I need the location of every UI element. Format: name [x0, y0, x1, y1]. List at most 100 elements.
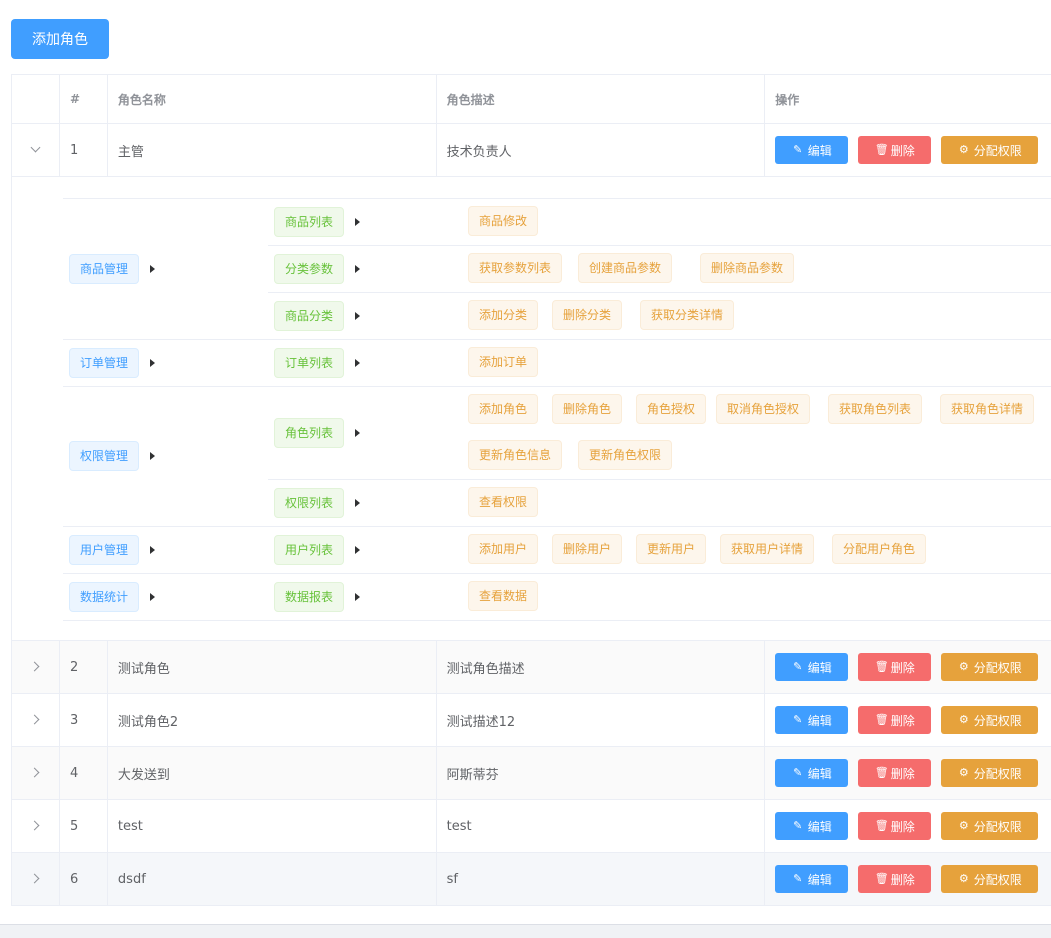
expand-cell[interactable]	[12, 800, 60, 852]
assign-rights-button[interactable]: ⚙ 分配权限	[941, 136, 1039, 164]
chevron-right-icon[interactable]	[28, 872, 42, 886]
right-level3-tag: 删除商品参数	[700, 253, 795, 283]
edit-button-label: 编辑	[807, 143, 832, 158]
row-index: 3	[60, 694, 108, 746]
right-level3-tag: 商品修改	[468, 206, 539, 236]
row-actions: ✎ 编辑 🗑 删除 ⚙ 分配权限	[765, 747, 1051, 799]
header-role-name: 角色名称	[108, 75, 437, 123]
row-actions: ✎ 编辑 🗑 删除 ⚙ 分配权限	[765, 800, 1051, 852]
delete-button-label: 删除	[890, 819, 915, 834]
row-index: 1	[60, 124, 108, 176]
role-desc: 测试角色描述	[437, 641, 766, 693]
rights-divider	[63, 573, 1051, 574]
caret-right-icon	[150, 358, 155, 367]
right-level3-tag: 获取角色详情	[940, 394, 1035, 424]
row-index: 2	[60, 641, 108, 693]
caret-right-icon	[150, 452, 155, 460]
chevron-down-icon[interactable]	[28, 143, 42, 157]
right-level1-tag: 商品管理	[69, 253, 140, 284]
table-body: 1 主管 技术负责人 ✎ 编辑 🗑 删除 ⚙ 分配权限 商品管理 商品列表 商品修改 分类参数 获取参数列…	[12, 124, 1051, 906]
right-level3-tag: 获取角色列表	[828, 394, 923, 424]
row-index: 4	[60, 747, 108, 799]
assign-rights-button[interactable]: ⚙ 分配权限	[941, 759, 1039, 787]
rights-divider	[63, 526, 1051, 527]
right-level3-tag: 删除用户	[552, 534, 623, 564]
assign-rights-button-label: 分配权限	[973, 713, 1022, 728]
edit-button[interactable]: ✎ 编辑	[775, 865, 849, 893]
expand-cell[interactable]	[12, 124, 60, 176]
delete-button[interactable]: 🗑 删除	[858, 812, 932, 840]
rights-expand-panel: 商品管理 商品列表 商品修改 分类参数 获取参数列表 创建商品参数 删除商品参数 商品分类 添加…	[12, 177, 1051, 641]
right-level3-tag: 取消角色授权	[716, 394, 811, 424]
right-level3-tag: 添加用户	[468, 534, 539, 564]
edit-button[interactable]: ✎ 编辑	[775, 812, 849, 840]
right-level3-tag: 删除角色	[552, 394, 623, 424]
gear-icon: ⚙	[958, 660, 969, 673]
delete-button[interactable]: 🗑 删除	[858, 136, 932, 164]
row-index: 5	[60, 800, 108, 852]
row-actions: ✎ 编辑 🗑 删除 ⚙ 分配权限	[765, 853, 1051, 905]
delete-button-label: 删除	[890, 766, 915, 781]
role-name: 测试角色2	[108, 694, 437, 746]
role-name: 大发送到	[108, 747, 437, 799]
assign-rights-button[interactable]: ⚙ 分配权限	[941, 812, 1039, 840]
delete-button-label: 删除	[890, 872, 915, 887]
edit-button-label: 编辑	[807, 713, 832, 728]
caret-right-icon	[355, 428, 360, 437]
delete-button-label: 删除	[890, 143, 915, 158]
chevron-right-icon[interactable]	[28, 713, 42, 727]
right-level2-tag: 商品分类	[274, 300, 345, 331]
rights-divider	[63, 198, 1051, 199]
pencil-icon: ✎	[793, 766, 803, 779]
edit-button[interactable]: ✎ 编辑	[775, 706, 849, 734]
trash-icon: 🗑	[874, 660, 889, 673]
assign-rights-button[interactable]: ⚙ 分配权限	[941, 653, 1039, 681]
caret-right-icon	[150, 592, 155, 601]
edit-button[interactable]: ✎ 编辑	[775, 653, 849, 681]
assign-rights-button[interactable]: ⚙ 分配权限	[941, 706, 1039, 734]
edit-button-label: 编辑	[807, 766, 832, 781]
row-actions: ✎ 编辑 🗑 删除 ⚙ 分配权限	[765, 124, 1051, 176]
expand-cell[interactable]	[12, 853, 60, 905]
delete-button-label: 删除	[890, 713, 915, 728]
delete-button[interactable]: 🗑 删除	[858, 653, 932, 681]
chevron-right-icon[interactable]	[28, 766, 42, 780]
chevron-right-icon[interactable]	[28, 819, 42, 833]
expand-cell[interactable]	[12, 747, 60, 799]
assign-rights-button-label: 分配权限	[973, 766, 1022, 781]
expand-cell[interactable]	[12, 694, 60, 746]
assign-rights-button-label: 分配权限	[973, 819, 1022, 834]
horizontal-scrollbar[interactable]	[0, 924, 1051, 938]
expand-cell[interactable]	[12, 641, 60, 693]
header-index: #	[60, 75, 108, 123]
add-role-button[interactable]: 添加角色	[11, 19, 109, 59]
row-actions: ✎ 编辑 🗑 删除 ⚙ 分配权限	[765, 641, 1051, 693]
delete-button[interactable]: 🗑 删除	[858, 706, 932, 734]
chevron-right-icon[interactable]	[28, 660, 42, 674]
caret-right-icon	[355, 545, 360, 554]
right-level3-tag: 获取用户详情	[720, 534, 815, 564]
pencil-icon: ✎	[793, 143, 803, 156]
right-level2-tag: 商品列表	[274, 206, 345, 237]
trash-icon: 🗑	[874, 872, 889, 885]
row-index: 6	[60, 853, 108, 905]
edit-button[interactable]: ✎ 编辑	[775, 759, 849, 787]
edit-button-label: 编辑	[807, 872, 832, 887]
caret-right-icon	[150, 545, 155, 554]
right-level2-tag: 权限列表	[274, 487, 345, 518]
delete-button[interactable]: 🗑 删除	[858, 759, 932, 787]
right-level1-tag: 权限管理	[69, 441, 140, 471]
table-header: # 角色名称 角色描述 操作	[12, 75, 1051, 124]
gear-icon: ⚙	[958, 872, 969, 885]
rights-divider	[268, 292, 1051, 293]
table-row: 5 test test ✎ 编辑 🗑 删除 ⚙ 分配权限	[12, 800, 1051, 853]
delete-button[interactable]: 🗑 删除	[858, 865, 932, 893]
caret-right-icon	[355, 311, 360, 320]
assign-rights-button[interactable]: ⚙ 分配权限	[941, 865, 1039, 893]
right-level3-tag: 添加角色	[468, 394, 539, 424]
role-desc: 阿斯蒂芬	[437, 747, 766, 799]
right-level3-tag: 添加订单	[468, 347, 539, 377]
right-level2-tag: 订单列表	[274, 347, 345, 378]
edit-button[interactable]: ✎ 编辑	[775, 136, 849, 164]
pencil-icon: ✎	[793, 872, 803, 885]
